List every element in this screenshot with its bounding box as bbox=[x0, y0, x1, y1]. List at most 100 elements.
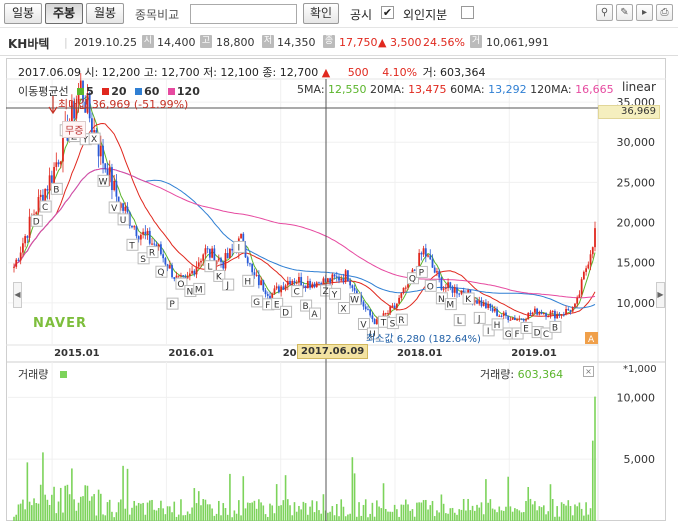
volume-bar bbox=[258, 499, 260, 521]
candle-body bbox=[507, 315, 510, 320]
candle-body bbox=[587, 264, 590, 269]
volume-bar bbox=[558, 516, 561, 521]
disclosure-marker-label: F bbox=[265, 301, 270, 311]
volume-bar bbox=[291, 515, 294, 521]
candle-body bbox=[444, 287, 447, 289]
volume-bar bbox=[108, 499, 111, 521]
candle-body bbox=[451, 286, 454, 293]
volume-bar bbox=[360, 515, 363, 521]
volume-bar bbox=[117, 502, 120, 521]
candle-body bbox=[431, 259, 434, 268]
volume-close-icon[interactable]: × bbox=[583, 366, 594, 377]
volume-bar bbox=[51, 494, 53, 521]
candle-body bbox=[295, 282, 298, 284]
volume-bar bbox=[376, 500, 378, 521]
candle-body bbox=[560, 314, 563, 316]
volume-bar bbox=[367, 517, 369, 521]
y-tick-label: 10,000 bbox=[617, 297, 656, 310]
volume-bar bbox=[280, 505, 282, 521]
volume-bar bbox=[177, 514, 180, 521]
volume-bar bbox=[22, 499, 24, 521]
volume-bar bbox=[442, 503, 445, 521]
candle-body bbox=[531, 312, 534, 315]
volume-bar bbox=[342, 506, 345, 521]
candle-body bbox=[204, 248, 207, 255]
ohlc-change-arrow: ▲ bbox=[321, 66, 331, 79]
ma20-name: 20MA: bbox=[370, 83, 405, 96]
disclosure-marker-label: D bbox=[282, 308, 289, 318]
volume-bar bbox=[545, 514, 547, 521]
candle-body bbox=[591, 247, 594, 255]
volume-bar bbox=[128, 514, 131, 521]
candle-body bbox=[180, 275, 182, 277]
candle-body bbox=[135, 226, 138, 237]
volume-bar bbox=[102, 514, 104, 521]
volume-bar bbox=[295, 511, 298, 521]
volume-bar bbox=[82, 496, 84, 521]
volume-bar bbox=[565, 505, 567, 521]
candle-body bbox=[391, 305, 394, 307]
volume-bar bbox=[420, 502, 423, 521]
candle-body bbox=[344, 270, 347, 282]
candle-body bbox=[50, 175, 53, 184]
candle-body bbox=[582, 271, 585, 280]
candle-body bbox=[57, 162, 60, 165]
volume-bar bbox=[191, 507, 193, 521]
volume-bar bbox=[278, 505, 280, 521]
ohlc-volume: 거: 603,364 bbox=[422, 66, 486, 79]
candle-body bbox=[313, 283, 316, 288]
volume-bar bbox=[262, 505, 265, 521]
volume-bar bbox=[131, 507, 133, 521]
volume-bar bbox=[24, 509, 26, 521]
volume-bar bbox=[554, 516, 556, 521]
volume-bar bbox=[224, 508, 227, 521]
disclosure-marker-label: J bbox=[225, 281, 229, 291]
volume-bar bbox=[229, 473, 231, 521]
volume-bar bbox=[184, 515, 187, 521]
candle-body bbox=[164, 258, 167, 265]
ma-values: 5MA: 12,550 20MA: 13,475 60MA: 13,292 12… bbox=[297, 83, 614, 96]
volume-bar bbox=[189, 513, 191, 521]
volume-bar bbox=[371, 502, 374, 521]
volume-panel-title: 거래량 bbox=[18, 366, 69, 382]
candle-body bbox=[585, 268, 587, 272]
volume-bar bbox=[482, 514, 485, 521]
volume-bar bbox=[411, 509, 414, 521]
disclosure-marker-label: R bbox=[149, 249, 155, 259]
candle-body bbox=[436, 271, 438, 273]
scroll-right-icon[interactable]: ▶ bbox=[656, 282, 665, 308]
disclosure-marker-label: N bbox=[438, 295, 445, 305]
event-label[interactable]: 무증 bbox=[62, 121, 87, 138]
y-tick-label: 15,000 bbox=[617, 257, 656, 270]
volume-bar bbox=[511, 511, 514, 521]
volume-bar bbox=[144, 514, 147, 521]
candle-body bbox=[540, 312, 543, 315]
ma20-swatch bbox=[102, 88, 110, 95]
candle-body bbox=[300, 277, 303, 286]
disclosure-marker-label: W bbox=[99, 177, 108, 187]
candle-body bbox=[489, 303, 492, 309]
disclosure-marker-label: O bbox=[177, 280, 184, 290]
disclosure-marker-label: B bbox=[53, 185, 59, 195]
disclosure-marker-label: B bbox=[552, 323, 558, 333]
volume-bar bbox=[148, 500, 151, 521]
disclosure-markers[interactable]: DCBAZYXWVUTSRQPONMLKJIHGFEDCBAZYXWVUTSRQ… bbox=[30, 124, 562, 340]
scroll-left-icon[interactable]: ◀ bbox=[13, 282, 22, 308]
volume-bar bbox=[220, 515, 222, 521]
disclosure-marker-label: S bbox=[140, 255, 146, 265]
volume-unit: *1,000 bbox=[623, 364, 657, 375]
candle-body bbox=[231, 248, 234, 251]
volume-bar bbox=[456, 514, 458, 521]
scale-label[interactable]: linear bbox=[622, 80, 656, 94]
candle-body bbox=[529, 312, 532, 315]
volume-bar bbox=[329, 511, 331, 521]
volume-bar bbox=[380, 508, 383, 521]
volume-bar bbox=[516, 509, 518, 521]
candle-body bbox=[153, 243, 156, 245]
volume-bar bbox=[514, 508, 516, 521]
volume-bar bbox=[140, 503, 142, 521]
volume-bar bbox=[48, 504, 51, 521]
volume-bar bbox=[260, 502, 262, 521]
candle-body bbox=[206, 248, 209, 250]
disclosure-marker-label: C bbox=[294, 288, 300, 298]
